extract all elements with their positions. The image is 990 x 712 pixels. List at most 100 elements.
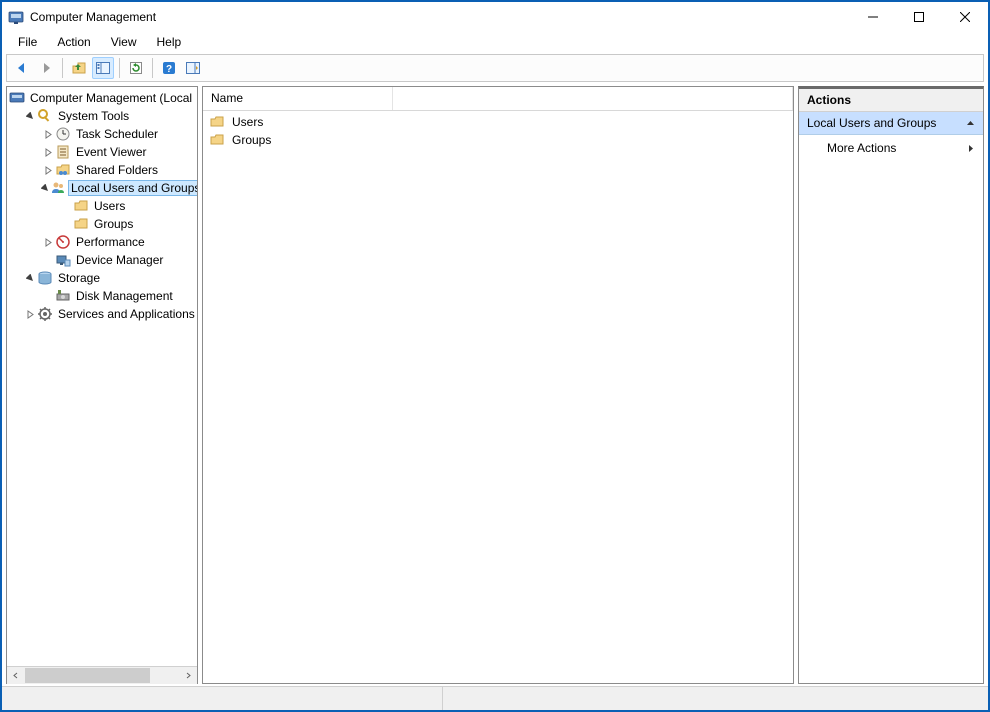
menu-help[interactable]: Help xyxy=(147,33,192,51)
horizontal-scrollbar[interactable] xyxy=(7,666,197,683)
menu-file[interactable]: File xyxy=(8,33,47,51)
list-body[interactable]: Users Groups xyxy=(203,111,793,683)
scroll-right-icon[interactable] xyxy=(180,667,197,684)
clock-icon xyxy=(55,126,71,142)
menu-action[interactable]: Action xyxy=(47,33,100,51)
list-item-groups[interactable]: Groups xyxy=(203,131,793,149)
list-item-label: Groups xyxy=(232,133,271,147)
tree-node-label: Performance xyxy=(74,235,147,249)
show-hide-action-pane-button[interactable] xyxy=(182,57,204,79)
list-item-label: Users xyxy=(232,115,263,129)
scroll-thumb[interactable] xyxy=(25,668,150,683)
folder-icon xyxy=(73,198,89,214)
tree-node-label: Shared Folders xyxy=(74,163,160,177)
performance-icon xyxy=(55,234,71,250)
disk-management-icon xyxy=(55,288,71,304)
collapse-icon[interactable] xyxy=(23,109,37,123)
toolbar-separator xyxy=(152,58,153,78)
tree-node-label: Event Viewer xyxy=(74,145,148,159)
scroll-left-icon[interactable] xyxy=(7,667,24,684)
tree-node-label: Device Manager xyxy=(74,253,165,267)
toolbar-separator xyxy=(62,58,63,78)
minimize-button[interactable] xyxy=(850,2,896,32)
list-item-users[interactable]: Users xyxy=(203,113,793,131)
close-button[interactable] xyxy=(942,2,988,32)
expand-icon[interactable] xyxy=(41,145,55,159)
back-button[interactable] xyxy=(11,57,33,79)
users-groups-icon xyxy=(50,180,66,196)
forward-button[interactable] xyxy=(35,57,57,79)
spacer xyxy=(41,253,55,267)
expand-icon[interactable] xyxy=(41,127,55,141)
status-cell xyxy=(442,687,988,710)
expand-icon[interactable] xyxy=(23,307,37,321)
toolbar-separator xyxy=(119,58,120,78)
column-header-empty[interactable] xyxy=(393,87,793,110)
actions-item-label: More Actions xyxy=(827,141,896,155)
list-header: Name xyxy=(203,87,793,111)
window-root: Computer Management File Action View Hel… xyxy=(0,0,990,712)
spacer xyxy=(59,199,73,213)
window-title: Computer Management xyxy=(30,10,850,24)
menu-bar: File Action View Help xyxy=(2,32,988,52)
tree-node-system-tools[interactable]: System Tools xyxy=(7,107,197,125)
system-tools-icon xyxy=(37,108,53,124)
up-button[interactable] xyxy=(68,57,90,79)
folder-icon xyxy=(73,216,89,232)
device-manager-icon xyxy=(55,252,71,268)
status-cell xyxy=(2,687,442,710)
tree-node-disk-management[interactable]: Disk Management xyxy=(7,287,197,305)
maximize-button[interactable] xyxy=(896,2,942,32)
tree-pane: Computer Management (Local System Tools … xyxy=(6,86,198,684)
tree-node-root[interactable]: Computer Management (Local xyxy=(7,89,197,107)
tree-node-label: Services and Applications xyxy=(56,307,197,321)
help-button[interactable]: ? xyxy=(158,57,180,79)
spacer xyxy=(59,217,73,231)
actions-selected-node[interactable]: Local Users and Groups xyxy=(799,112,983,135)
tree-node-shared-folders[interactable]: Shared Folders xyxy=(7,161,197,179)
show-hide-console-tree-button[interactable] xyxy=(92,57,114,79)
tree-node-users[interactable]: Users xyxy=(7,197,197,215)
window-controls xyxy=(850,2,988,32)
storage-icon xyxy=(37,270,53,286)
tree-node-services-apps[interactable]: Services and Applications xyxy=(7,305,197,323)
folder-icon xyxy=(209,132,225,148)
tree-node-label: Task Scheduler xyxy=(74,127,160,141)
expand-icon[interactable] xyxy=(41,163,55,177)
tree-node-label: Storage xyxy=(56,271,102,285)
main-area: Computer Management (Local System Tools … xyxy=(2,86,988,686)
actions-more-actions[interactable]: More Actions xyxy=(799,135,983,161)
app-icon xyxy=(8,9,24,25)
scroll-track[interactable] xyxy=(24,667,180,684)
column-header-name[interactable]: Name xyxy=(203,87,393,110)
tree-node-storage[interactable]: Storage xyxy=(7,269,197,287)
collapse-icon[interactable] xyxy=(23,271,37,285)
refresh-button[interactable] xyxy=(125,57,147,79)
toolbar: ? xyxy=(6,54,984,82)
actions-selected-label: Local Users and Groups xyxy=(807,116,936,130)
tree-node-event-viewer[interactable]: Event Viewer xyxy=(7,143,197,161)
title-bar: Computer Management xyxy=(2,2,988,32)
svg-text:?: ? xyxy=(166,64,172,75)
list-pane: Name Users Groups xyxy=(202,86,794,684)
services-icon xyxy=(37,306,53,322)
tree-node-task-scheduler[interactable]: Task Scheduler xyxy=(7,125,197,143)
collapse-icon xyxy=(966,119,975,128)
expand-icon[interactable] xyxy=(41,235,55,249)
actions-pane: Actions Local Users and Groups More Acti… xyxy=(798,86,984,684)
shared-folder-icon xyxy=(55,162,71,178)
tree-view[interactable]: Computer Management (Local System Tools … xyxy=(7,87,197,666)
collapse-icon[interactable] xyxy=(41,181,50,195)
computer-management-icon xyxy=(9,90,25,106)
menu-view[interactable]: View xyxy=(101,33,147,51)
tree-node-label: Computer Management (Local xyxy=(28,91,194,105)
tree-node-performance[interactable]: Performance xyxy=(7,233,197,251)
tree-node-device-manager[interactable]: Device Manager xyxy=(7,251,197,269)
status-bar xyxy=(2,686,988,710)
tree-node-label: Disk Management xyxy=(74,289,175,303)
folder-icon xyxy=(209,114,225,130)
tree-node-local-users-groups[interactable]: Local Users and Groups xyxy=(7,179,197,197)
tree-node-groups[interactable]: Groups xyxy=(7,215,197,233)
event-viewer-icon xyxy=(55,144,71,160)
tree-node-label: Local Users and Groups xyxy=(69,181,197,195)
